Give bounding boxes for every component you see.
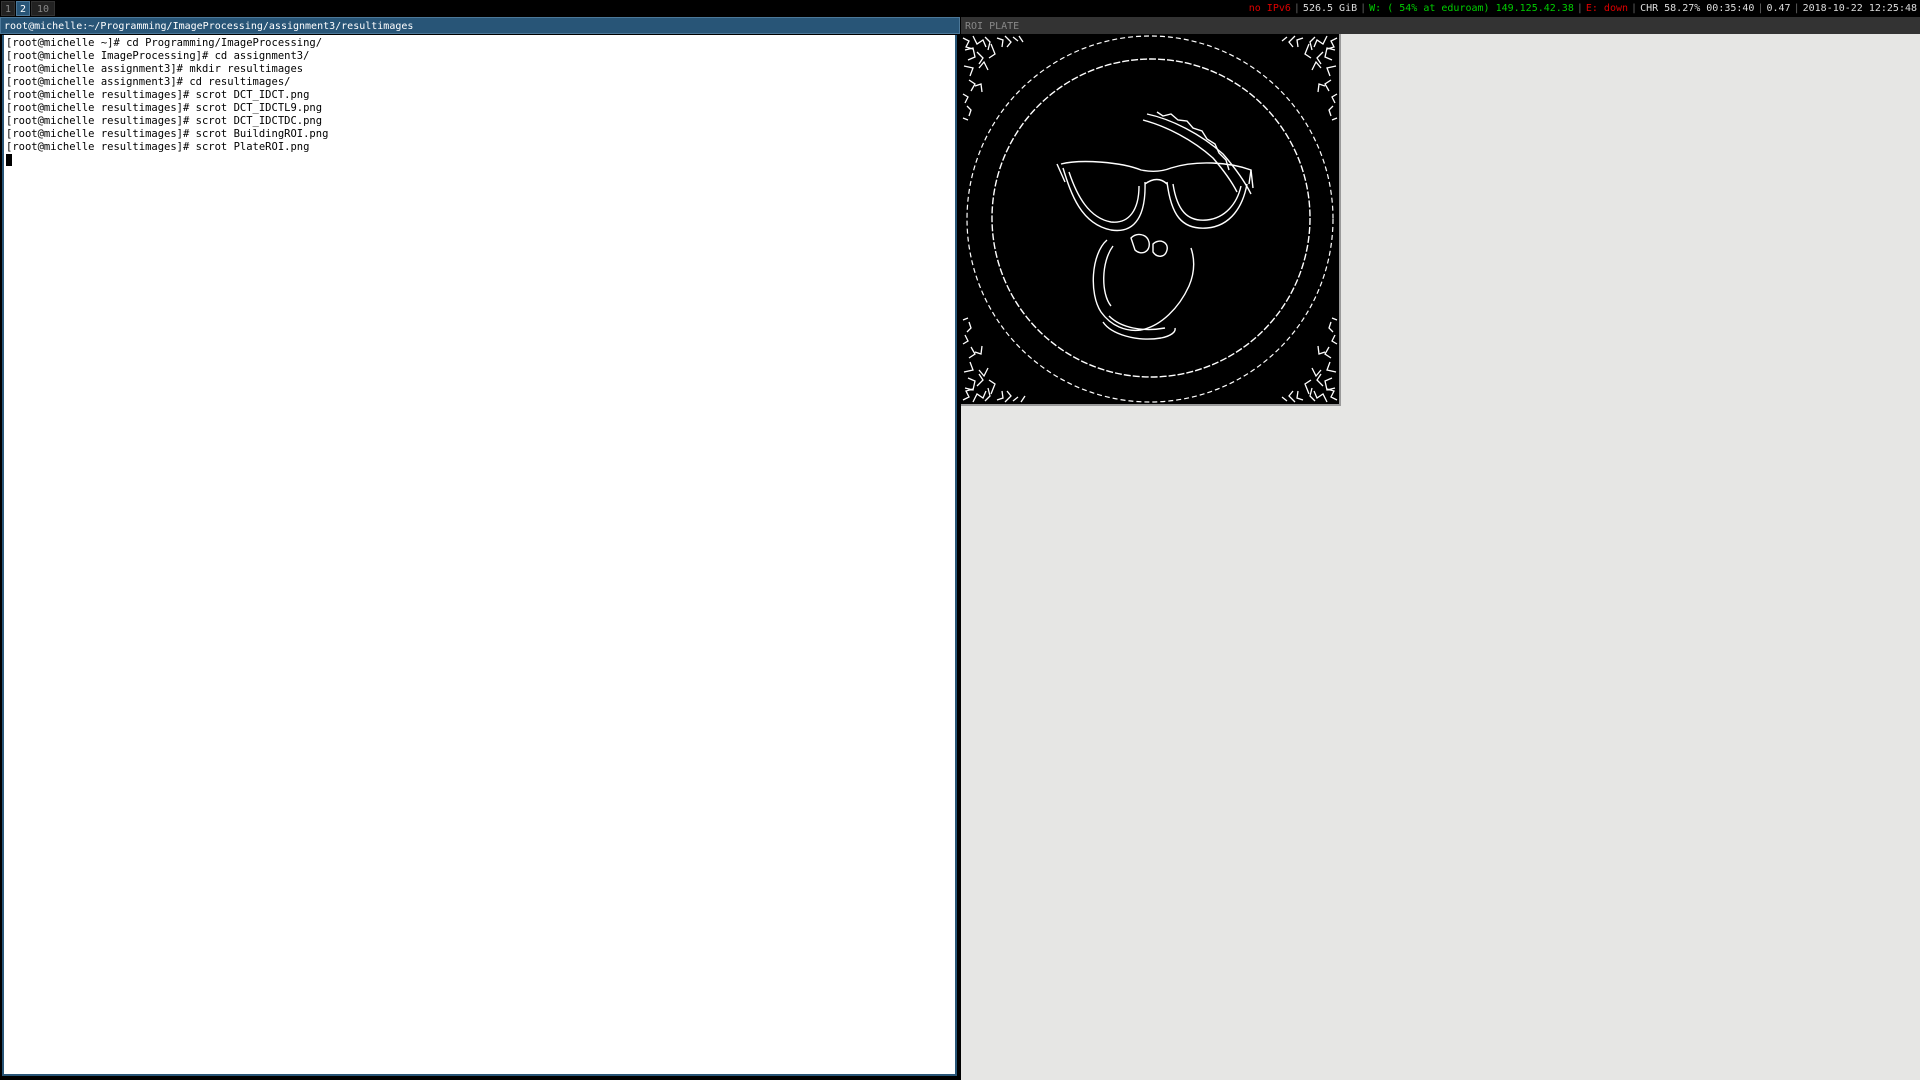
top-bar: 1 2 10 no IPv6 | 526.5 GiB | W: ( 54% at edu…: [0, 0, 1920, 17]
status-line: no IPv6 | 526.5 GiB | W: ( 54% at eduroam) 1…: [1249, 0, 1917, 17]
terminal-line: [root@michelle ImageProcessing]# cd assi…: [6, 50, 310, 62]
plate-edge-drawing: [962, 35, 1338, 403]
status-separator: |: [1757, 3, 1764, 14]
terminal-line: [root@michelle resultimages]# scrot DCT_…: [6, 89, 310, 101]
workspace-button-2[interactable]: 2: [16, 1, 30, 16]
workspace-button-10[interactable]: 10: [31, 1, 55, 16]
status-separator: |: [1576, 3, 1583, 14]
terminal-line: [root@michelle resultimages]# scrot Plat…: [6, 141, 310, 153]
clock: 2018-10-22 12:25:48: [1802, 3, 1917, 14]
status-separator: |: [1793, 3, 1800, 14]
status-separator: |: [1293, 3, 1300, 14]
disk-status: 526.5 GiB: [1302, 3, 1358, 14]
ipv6-status: no IPv6: [1248, 3, 1291, 14]
edge-detected-plate-image: [961, 34, 1341, 406]
face-edges: [1056, 111, 1254, 340]
terminal-line: [root@michelle assignment3]# cd resultim…: [6, 76, 291, 88]
viewer-canvas[interactable]: [961, 34, 1920, 1080]
status-separator: |: [1631, 3, 1638, 14]
battery-status: CHR 58.27% 00:35:40: [1640, 3, 1755, 14]
terminal-title-bar[interactable]: root@michelle:~/Programming/ImageProcess…: [0, 17, 960, 34]
load-status: 0.47: [1766, 3, 1791, 14]
text-cursor: [6, 154, 12, 166]
workspace-button-1[interactable]: 1: [1, 1, 15, 16]
plate-outer-rim: [966, 35, 1334, 403]
terminal-line: [root@michelle resultimages]# scrot DCT_…: [6, 115, 323, 127]
terminal-prompt-line[interactable]: [6, 154, 953, 167]
image-viewer-window[interactable]: ROI PLATE: [961, 17, 1920, 1080]
ethernet-status: E: down: [1585, 3, 1629, 14]
terminal-line: [root@michelle resultimages]# scrot Buil…: [6, 128, 329, 140]
terminal-window[interactable]: root@michelle:~/Programming/ImageProcess…: [0, 17, 960, 1080]
wireless-status: W: ( 54% at eduroam) 149.125.42.38: [1369, 3, 1574, 14]
terminal-body[interactable]: [root@michelle ~]# cd Programming/ImageP…: [2, 35, 957, 1076]
terminal-line: [root@michelle ~]# cd Programming/ImageP…: [6, 37, 323, 49]
terminal-line: [root@michelle assignment3]# mkdir resul…: [6, 63, 304, 75]
terminal-line: [root@michelle resultimages]# scrot DCT_…: [6, 102, 323, 114]
status-separator: |: [1360, 3, 1367, 14]
viewer-title-bar[interactable]: ROI PLATE: [961, 17, 1920, 34]
